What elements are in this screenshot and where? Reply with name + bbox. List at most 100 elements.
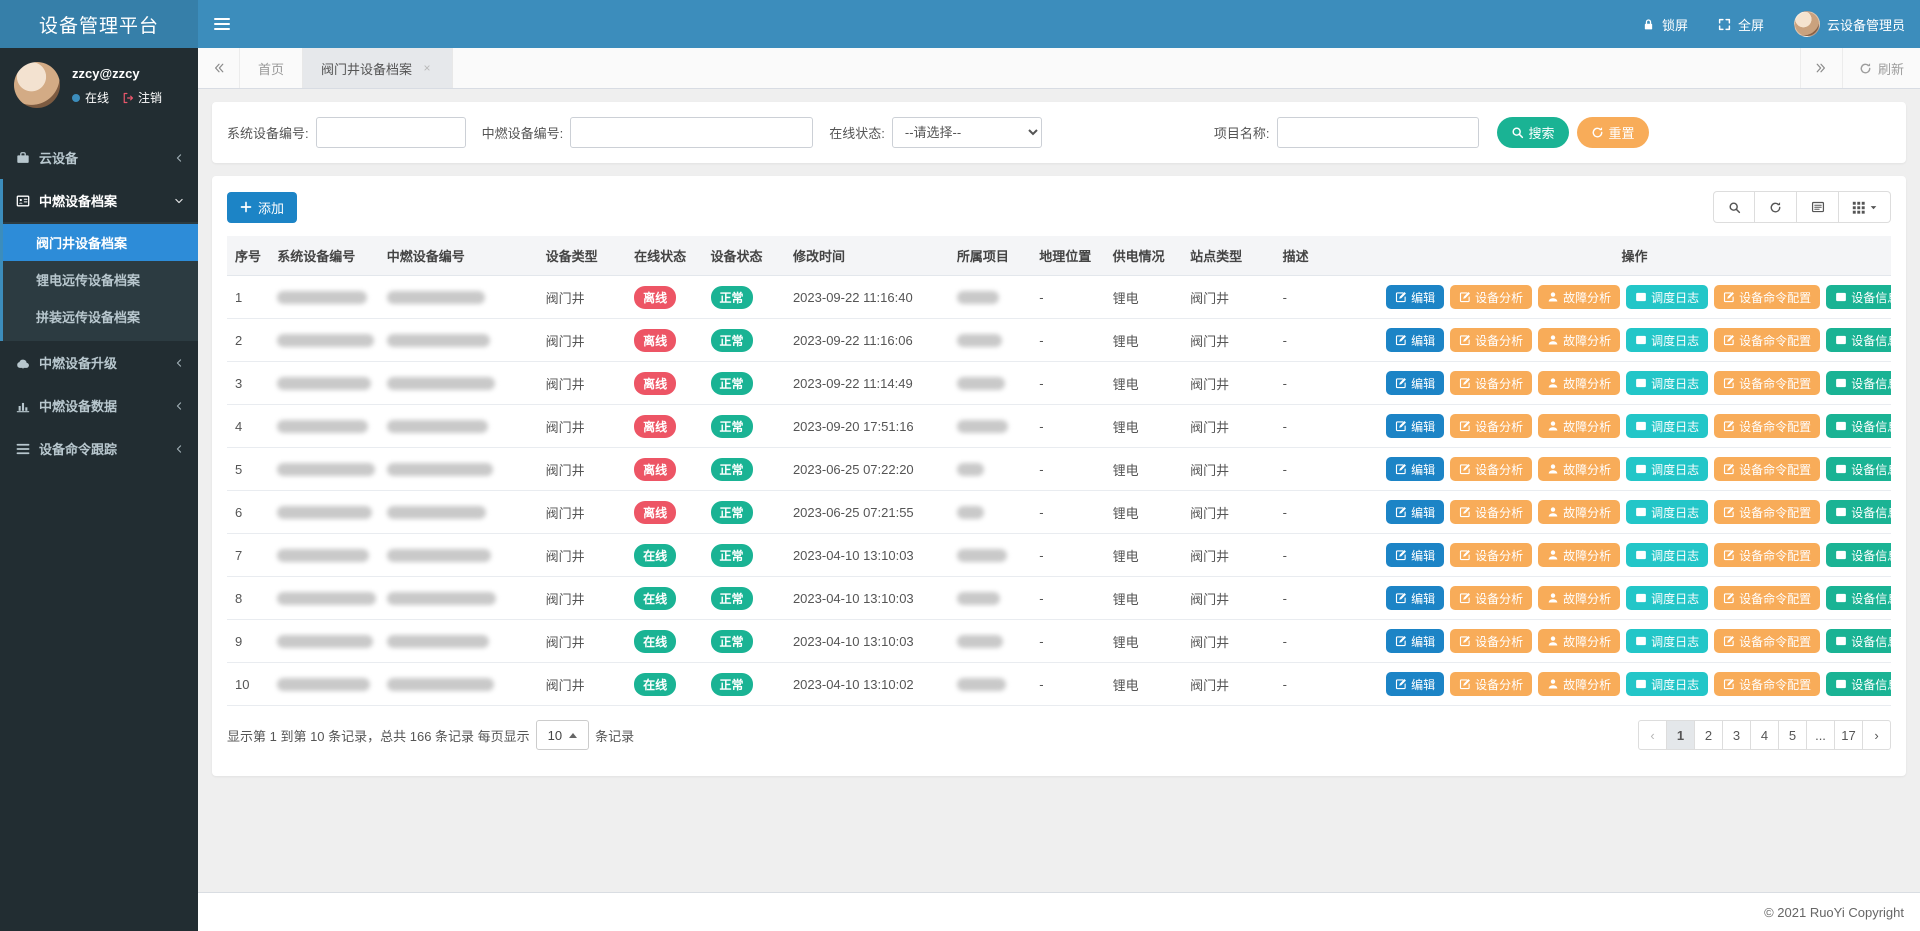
edit-button[interactable]: 编辑 xyxy=(1386,629,1444,653)
prev-page-button[interactable]: ‹ xyxy=(1638,720,1667,750)
dispatch-log-button[interactable]: 调度日志 xyxy=(1626,457,1708,481)
edit-button[interactable]: 编辑 xyxy=(1386,543,1444,567)
edit-button[interactable]: 编辑 xyxy=(1386,586,1444,610)
device-info-button[interactable]: 设备信息 xyxy=(1826,328,1891,352)
edit-button[interactable]: 编辑 xyxy=(1386,414,1444,438)
device-command-config-button[interactable]: 设备命令配置 xyxy=(1714,457,1820,481)
device-command-config-button[interactable]: 设备命令配置 xyxy=(1714,371,1820,395)
page-button-...[interactable]: ... xyxy=(1806,720,1835,750)
device-command-config-button[interactable]: 设备命令配置 xyxy=(1714,328,1820,352)
next-page-button[interactable]: › xyxy=(1862,720,1891,750)
search-button[interactable]: 搜索 xyxy=(1497,117,1569,148)
toggle-view-button[interactable] xyxy=(1797,191,1839,223)
tab-close-icon[interactable]: × xyxy=(420,61,434,75)
device-analysis-button[interactable]: 设备分析 xyxy=(1450,371,1532,395)
page-button-4[interactable]: 4 xyxy=(1750,720,1779,750)
system-device-no-input[interactable] xyxy=(316,117,466,148)
edit-button[interactable]: 编辑 xyxy=(1386,457,1444,481)
dispatch-log-button[interactable]: 调度日志 xyxy=(1626,500,1708,524)
device-command-config-button[interactable]: 设备命令配置 xyxy=(1714,672,1820,696)
fault-analysis-button[interactable]: 故障分析 xyxy=(1538,672,1620,696)
page-button-3[interactable]: 3 xyxy=(1722,720,1751,750)
edit-button[interactable]: 编辑 xyxy=(1386,371,1444,395)
sidebar-subitem-lithium-remote-archive[interactable]: 锂电远传设备档案 xyxy=(3,261,198,298)
sidebar-subitem-assembled-remote-archive[interactable]: 拼装远传设备档案 xyxy=(3,298,198,335)
sidebar-item-zr-device-data[interactable]: 中燃设备数据 xyxy=(3,384,198,427)
page-button-2[interactable]: 2 xyxy=(1694,720,1723,750)
sidebar-item-zr-device-archive[interactable]: 中燃设备档案 xyxy=(3,179,198,222)
dispatch-log-button[interactable]: 调度日志 xyxy=(1626,543,1708,567)
tab-home[interactable]: 首页 xyxy=(240,48,303,88)
device-info-button[interactable]: 设备信息 xyxy=(1826,586,1891,610)
fault-analysis-button[interactable]: 故障分析 xyxy=(1538,371,1620,395)
dispatch-log-button[interactable]: 调度日志 xyxy=(1626,414,1708,438)
tab-valve-well-archive[interactable]: 阀门井设备档案× xyxy=(303,48,453,88)
device-info-button[interactable]: 设备信息 xyxy=(1826,543,1891,567)
project-name-input[interactable] xyxy=(1277,117,1479,148)
online-status-select[interactable]: --请选择-- xyxy=(892,117,1042,148)
edit-button[interactable]: 编辑 xyxy=(1386,500,1444,524)
page-button-17[interactable]: 17 xyxy=(1834,720,1863,750)
page-button-1[interactable]: 1 xyxy=(1666,720,1695,750)
table-search-button[interactable] xyxy=(1713,191,1755,223)
device-command-config-button[interactable]: 设备命令配置 xyxy=(1714,285,1820,309)
device-analysis-button[interactable]: 设备分析 xyxy=(1450,457,1532,481)
dispatch-log-button[interactable]: 调度日志 xyxy=(1626,328,1708,352)
dispatch-log-button[interactable]: 调度日志 xyxy=(1626,672,1708,696)
reset-button[interactable]: 重置 xyxy=(1577,117,1649,148)
device-analysis-button[interactable]: 设备分析 xyxy=(1450,629,1532,653)
device-info-button[interactable]: 设备信息 xyxy=(1826,629,1891,653)
logout-link[interactable]: 注销 xyxy=(122,89,162,106)
zr-device-no-input[interactable] xyxy=(570,117,813,148)
device-analysis-button[interactable]: 设备分析 xyxy=(1450,414,1532,438)
edit-button[interactable]: 编辑 xyxy=(1386,285,1444,309)
device-analysis-button[interactable]: 设备分析 xyxy=(1450,543,1532,567)
fault-analysis-button[interactable]: 故障分析 xyxy=(1538,414,1620,438)
fault-analysis-button[interactable]: 故障分析 xyxy=(1538,629,1620,653)
device-analysis-button[interactable]: 设备分析 xyxy=(1450,285,1532,309)
tabs-scroll-right-button[interactable] xyxy=(1800,48,1842,88)
device-command-config-button[interactable]: 设备命令配置 xyxy=(1714,543,1820,567)
device-info-button[interactable]: 设备信息 xyxy=(1826,500,1891,524)
device-analysis-button[interactable]: 设备分析 xyxy=(1450,586,1532,610)
refresh-tab-button[interactable]: 刷新 xyxy=(1842,48,1920,88)
page-size-dropdown[interactable]: 10 xyxy=(536,720,589,750)
table-refresh-button[interactable] xyxy=(1755,191,1797,223)
tabs-scroll-left-button[interactable] xyxy=(198,48,240,88)
device-info-button[interactable]: 设备信息 xyxy=(1826,285,1891,309)
edit-button[interactable]: 编辑 xyxy=(1386,672,1444,696)
device-command-config-button[interactable]: 设备命令配置 xyxy=(1714,500,1820,524)
fault-analysis-button[interactable]: 故障分析 xyxy=(1538,586,1620,610)
add-button[interactable]: 添加 xyxy=(227,192,297,223)
lock-screen-button[interactable]: 锁屏 xyxy=(1627,0,1703,48)
sidebar-item-zr-device-upgrade[interactable]: 中燃设备升级 xyxy=(3,341,198,384)
fault-analysis-button[interactable]: 故障分析 xyxy=(1538,328,1620,352)
sidebar-subitem-valve-well-archive[interactable]: 阀门井设备档案 xyxy=(3,224,198,261)
device-command-config-button[interactable]: 设备命令配置 xyxy=(1714,586,1820,610)
dispatch-log-button[interactable]: 调度日志 xyxy=(1626,586,1708,610)
sidebar-toggle-button[interactable] xyxy=(198,0,246,48)
columns-button[interactable] xyxy=(1839,191,1891,223)
sidebar-item-device-command-trace[interactable]: 设备命令跟踪 xyxy=(3,427,198,470)
fault-analysis-button[interactable]: 故障分析 xyxy=(1538,500,1620,524)
device-analysis-button[interactable]: 设备分析 xyxy=(1450,672,1532,696)
fullscreen-button[interactable]: 全屏 xyxy=(1703,0,1779,48)
fault-analysis-button[interactable]: 故障分析 xyxy=(1538,285,1620,309)
device-analysis-button[interactable]: 设备分析 xyxy=(1450,328,1532,352)
sidebar-item-cloud-devices[interactable]: 云设备 xyxy=(3,136,198,179)
device-info-button[interactable]: 设备信息 xyxy=(1826,414,1891,438)
fault-analysis-button[interactable]: 故障分析 xyxy=(1538,457,1620,481)
device-analysis-button[interactable]: 设备分析 xyxy=(1450,500,1532,524)
device-info-button[interactable]: 设备信息 xyxy=(1826,371,1891,395)
device-command-config-button[interactable]: 设备命令配置 xyxy=(1714,414,1820,438)
dispatch-log-button[interactable]: 调度日志 xyxy=(1626,629,1708,653)
dispatch-log-button[interactable]: 调度日志 xyxy=(1626,285,1708,309)
device-info-button[interactable]: 设备信息 xyxy=(1826,672,1891,696)
dispatch-log-button[interactable]: 调度日志 xyxy=(1626,371,1708,395)
edit-button[interactable]: 编辑 xyxy=(1386,328,1444,352)
fault-analysis-button[interactable]: 故障分析 xyxy=(1538,543,1620,567)
device-command-config-button[interactable]: 设备命令配置 xyxy=(1714,629,1820,653)
device-info-button[interactable]: 设备信息 xyxy=(1826,457,1891,481)
page-button-5[interactable]: 5 xyxy=(1778,720,1807,750)
user-menu[interactable]: 云设备管理员 xyxy=(1779,0,1920,48)
